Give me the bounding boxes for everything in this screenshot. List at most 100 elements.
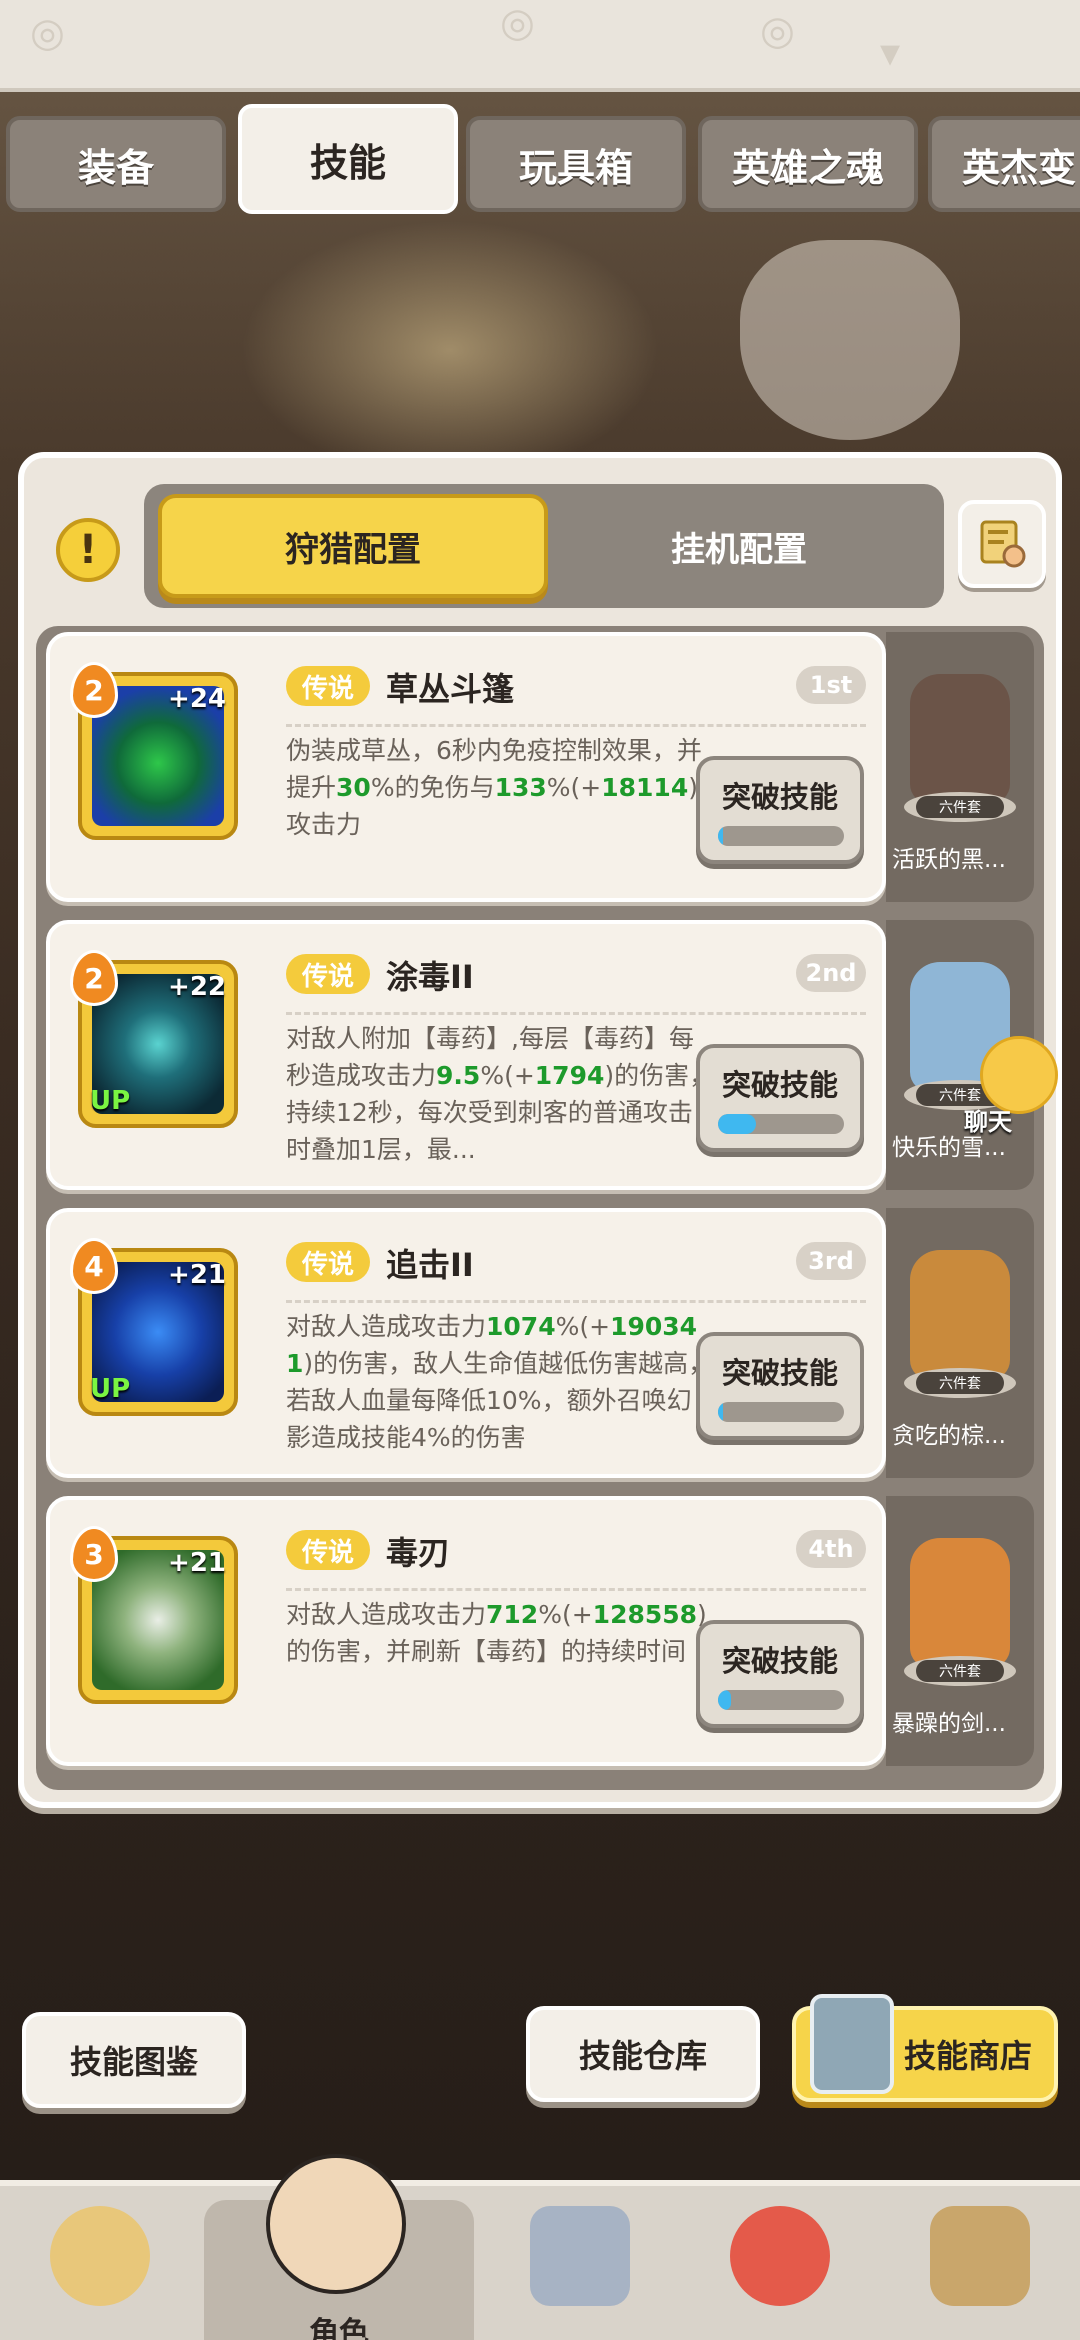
highlight-value: 9.5	[436, 1061, 481, 1090]
totem-icon	[930, 2206, 1030, 2306]
nav-item-helmet[interactable]	[20, 2200, 180, 2340]
pet-dino-icon	[730, 2206, 830, 2306]
skill-name: 毒刃	[386, 1534, 451, 1572]
rarity-badge: 传说	[286, 954, 370, 994]
config-segment: 狩猎配置 挂机配置	[144, 484, 944, 608]
skill-up-tag: UP	[90, 1374, 131, 1404]
nav-item-pet[interactable]	[700, 2200, 860, 2340]
breakthrough-progress	[718, 1114, 844, 1134]
highlight-value: 712	[486, 1600, 539, 1629]
desc-text: %(+	[555, 1312, 611, 1341]
breakthrough-button[interactable]: 突破技能	[696, 1620, 864, 1728]
divider	[286, 1588, 866, 1591]
skill-level-badge: 2	[70, 662, 118, 718]
skill-name: 追击II	[386, 1246, 474, 1284]
highlight-value: 30	[336, 773, 371, 802]
scroll-hand-icon	[980, 520, 1026, 568]
hunt-config-button[interactable]: 狩猎配置	[158, 494, 548, 598]
set-name: 贪吃的棕...	[892, 1423, 1006, 1449]
bottom-nav: 角色	[0, 2154, 1080, 2340]
skill-name: 涂毒II	[386, 958, 474, 996]
tab-equipment[interactable]: 装备	[6, 116, 226, 212]
nav-item-character[interactable]: 角色	[204, 2154, 474, 2340]
divider	[286, 1012, 866, 1015]
rarity-badge: 传说	[286, 1530, 370, 1570]
tab-hero-soul[interactable]: 英雄之魂	[698, 116, 918, 212]
highlight-value: 18114	[601, 773, 689, 802]
preset-button[interactable]	[958, 500, 1046, 588]
divider	[286, 724, 866, 727]
nav-item-weapon[interactable]	[500, 2200, 660, 2340]
background-skull	[740, 240, 960, 440]
skill-rank: 2nd	[796, 954, 866, 992]
skill-shop-button[interactable]: 技能商店	[792, 1994, 1058, 2102]
skill-rank: 3rd	[796, 1242, 866, 1280]
skill-name: 草丛斗篷	[386, 670, 515, 708]
skill-description: 对敌人造成攻击力712%(+128558)的伤害，并刷新【毒药】的持续时间	[286, 1596, 716, 1670]
skill-warehouse-button[interactable]: 技能仓库	[526, 2006, 760, 2102]
sword-icon	[530, 2206, 630, 2306]
skill-card[interactable]: +22 UP 2 传说 涂毒II 2nd 对敌人附加【毒药】,每层【毒药】每秒造…	[46, 920, 886, 1190]
set-name: 活跃的黑...	[892, 847, 1006, 873]
top-tab-bar: 装备 技能 玩具箱 英雄之魂 英杰变	[0, 100, 1080, 220]
skill-level-badge: 4	[70, 1238, 118, 1294]
skill-icon-frame: +21 3	[70, 1526, 238, 1704]
breakthrough-progress	[718, 826, 844, 846]
swirl-deco-icon: ◎	[30, 10, 65, 56]
tab-skills[interactable]: 技能	[238, 104, 458, 214]
skill-icon-frame: +22 UP 2	[70, 950, 238, 1128]
background-light	[240, 220, 660, 480]
rarity-badge: 传说	[286, 1242, 370, 1282]
swirl-deco-icon: ▾	[880, 30, 901, 76]
divider	[286, 1300, 866, 1303]
skill-rank: 1st	[796, 666, 866, 704]
desc-text: )的伤害，敌人生命值越低伤害越高，若敌人血量每降低10%，额外召唤幻影造成技能4…	[286, 1349, 714, 1452]
desc-text: 对敌人造成攻击力	[286, 1600, 487, 1629]
breakthrough-button[interactable]: 突破技能	[696, 756, 864, 864]
skill-card[interactable]: +21 UP 4 传说 追击II 3rd 对敌人造成攻击力1074%(+1903…	[46, 1208, 886, 1478]
stone-tablet-icon	[810, 1994, 894, 2094]
highlight-value: 128558	[592, 1600, 698, 1629]
skill-atlas-button[interactable]: 技能图鉴	[22, 2012, 246, 2108]
skill-description: 伪装成草丛，6秒内免疫控制效果，并提升30%的免伤与133%(+18114)攻击…	[286, 732, 716, 843]
nav-item-totem[interactable]	[900, 2200, 1060, 2340]
tab-toybox[interactable]: 玩具箱	[466, 116, 686, 212]
skill-panel: ! 狩猎配置 挂机配置 +24 2 传说 草丛斗篷 1st 伪装成草丛，6秒内免…	[18, 452, 1062, 1808]
skill-plus-badge: +21	[168, 1548, 226, 1578]
breakthrough-progress	[718, 1690, 844, 1710]
idle-config-button[interactable]: 挂机配置	[544, 494, 934, 598]
breakthrough-button[interactable]: 突破技能	[696, 1332, 864, 1440]
set-badge: 六件套	[916, 796, 1004, 818]
set-badge: 六件套	[916, 1372, 1004, 1394]
skill-level-badge: 2	[70, 950, 118, 1006]
chat-button[interactable]: 聊天	[958, 1036, 1062, 1140]
top-decor-strip: ◎ ◎ ◎ ▾	[0, 0, 1080, 92]
highlight-value: 133	[494, 773, 547, 802]
skill-plus-badge: +24	[168, 684, 226, 714]
rarity-badge: 传说	[286, 666, 370, 706]
set-badge: 六件套	[916, 1660, 1004, 1682]
skill-card[interactable]: +21 3 传说 毒刃 4th 对敌人造成攻击力712%(+128558)的伤害…	[46, 1496, 886, 1766]
skill-level-badge: 3	[70, 1526, 118, 1582]
highlight-value: 1794	[534, 1061, 605, 1090]
breakthrough-progress	[718, 1402, 844, 1422]
set-name: 暴躁的剑...	[892, 1711, 1006, 1737]
skill-up-tag: UP	[90, 1086, 131, 1116]
skill-card[interactable]: +24 2 传说 草丛斗篷 1st 伪装成草丛，6秒内免疫控制效果，并提升30%…	[46, 632, 886, 902]
skill-icon-frame: +24 2	[70, 662, 238, 840]
costume-figure-icon	[910, 1538, 1010, 1668]
breakthrough-button[interactable]: 突破技能	[696, 1044, 864, 1152]
highlight-value: 1074	[486, 1312, 556, 1341]
skill-rank: 4th	[796, 1530, 866, 1568]
tab-hero-transform[interactable]: 英杰变	[928, 116, 1080, 212]
costume-set-slot[interactable]: 六件套 贪吃的棕...	[886, 1208, 1034, 1478]
desc-text: %(+	[538, 1600, 593, 1629]
desc-text: 对敌人造成攻击力	[286, 1312, 487, 1341]
skill-description: 对敌人造成攻击力1074%(+190341)的伤害，敌人生命值越低伤害越高，若敌…	[286, 1308, 716, 1456]
skill-plus-badge: +21	[168, 1260, 226, 1290]
costume-set-slot[interactable]: 六件套 暴躁的剑...	[886, 1496, 1034, 1766]
costume-set-slot[interactable]: 六件套 活跃的黑...	[886, 632, 1034, 902]
hero-avatar-icon	[266, 2154, 406, 2294]
swirl-deco-icon: ◎	[760, 8, 795, 54]
info-button[interactable]: !	[56, 518, 120, 582]
